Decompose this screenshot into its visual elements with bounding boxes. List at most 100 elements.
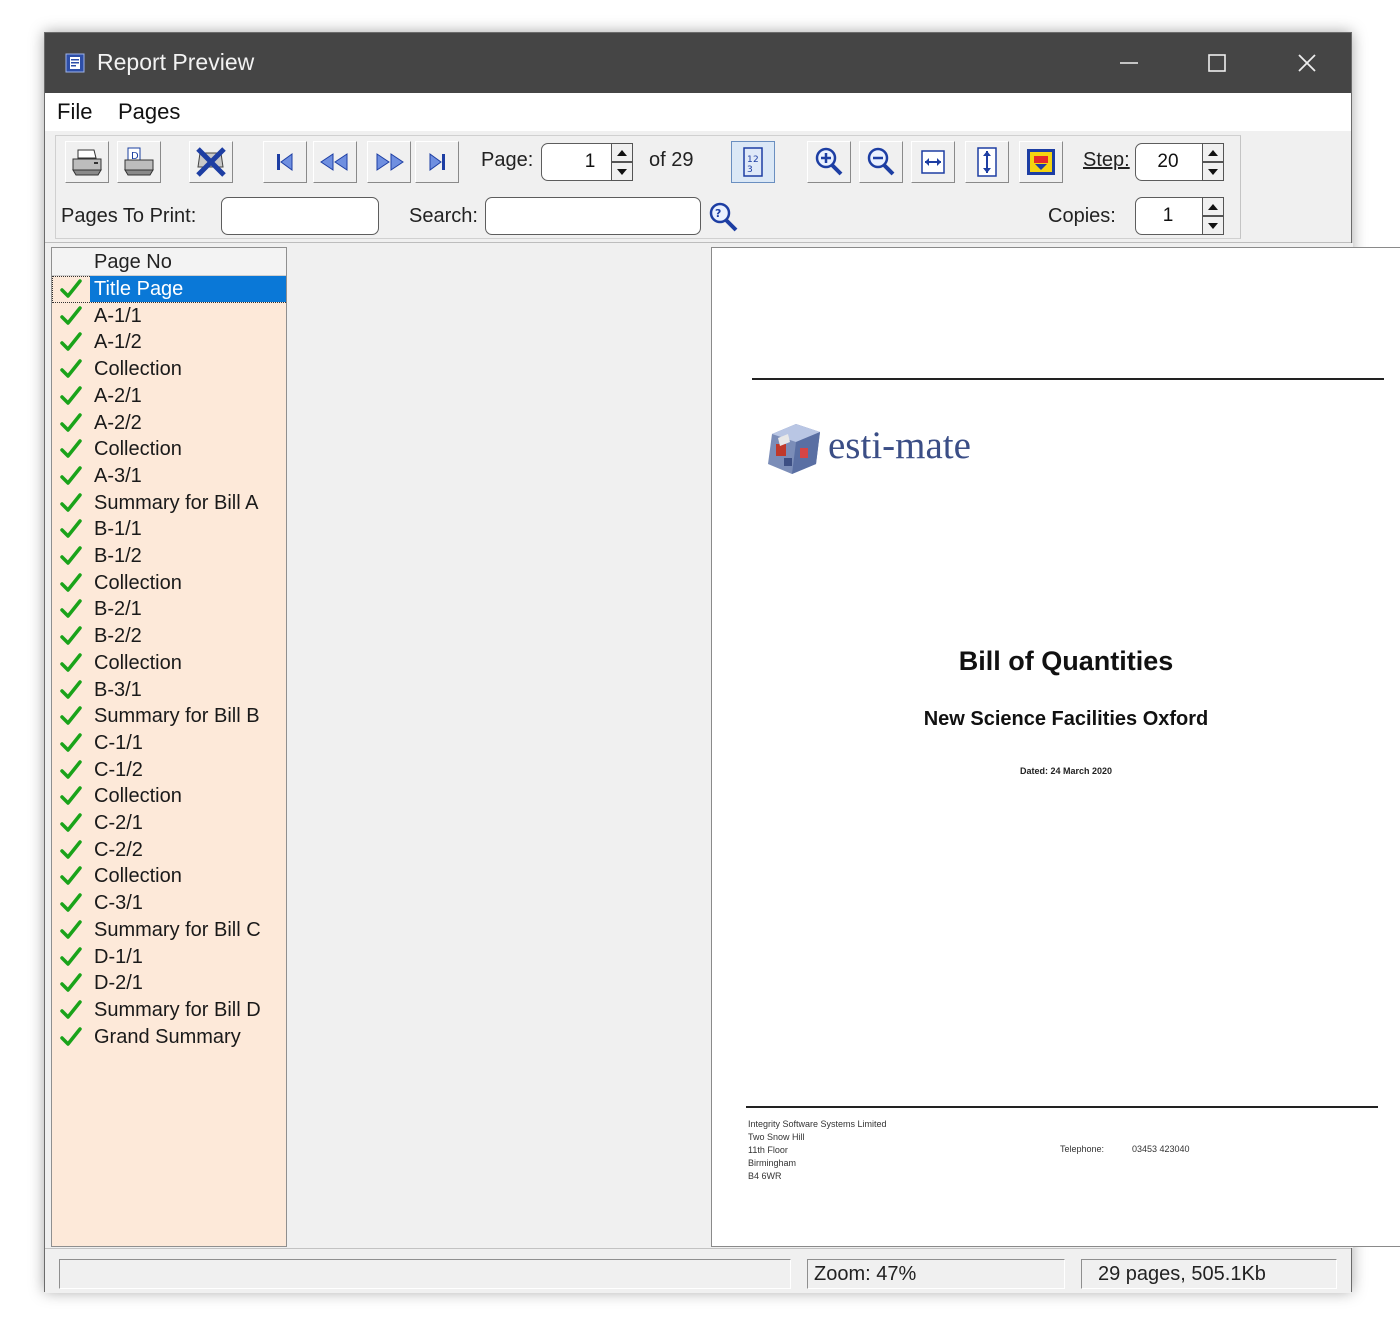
- page-list-item[interactable]: B-1/2: [52, 543, 286, 570]
- page-list-item[interactable]: C-2/2: [52, 837, 286, 864]
- checkmark-icon[interactable]: [60, 812, 82, 834]
- checkmark-icon[interactable]: [60, 679, 82, 701]
- page-list[interactable]: Page No Title Page A-1/1 A-1/2 Collection A-…: [51, 247, 287, 1247]
- checkmark-icon[interactable]: [60, 278, 82, 300]
- checkmark-icon[interactable]: [60, 892, 82, 914]
- page-list-item[interactable]: C-3/1: [52, 890, 286, 917]
- page-view-icon: 1 2 3: [743, 147, 763, 177]
- copies-spinner[interactable]: [1202, 197, 1224, 235]
- checkmark-icon[interactable]: [60, 385, 82, 407]
- checkmark-icon[interactable]: [60, 839, 82, 861]
- page-list-item[interactable]: Summary for Bill D: [52, 997, 286, 1024]
- copies-spin-up[interactable]: [1202, 197, 1224, 216]
- page-number-input[interactable]: 1: [541, 143, 619, 181]
- checkmark-icon[interactable]: [60, 919, 82, 941]
- zoom-in-button[interactable]: [807, 141, 851, 183]
- page-list-item[interactable]: B-2/2: [52, 623, 286, 650]
- step-spin-up[interactable]: [1202, 143, 1224, 162]
- page-list-item[interactable]: A-2/1: [52, 383, 286, 410]
- checkmark-icon[interactable]: [60, 865, 82, 887]
- title-bar[interactable]: Report Preview: [45, 33, 1351, 93]
- close-button[interactable]: [1263, 33, 1351, 93]
- page-spin-down[interactable]: [611, 162, 633, 181]
- fit-height-button[interactable]: [965, 141, 1009, 183]
- zoom-out-button[interactable]: [859, 141, 903, 183]
- copies-spin-down[interactable]: [1202, 216, 1224, 235]
- page-list-item[interactable]: A-2/2: [52, 410, 286, 437]
- last-page-button[interactable]: [415, 141, 459, 183]
- checkmark-icon[interactable]: [60, 785, 82, 807]
- checkmark-icon[interactable]: [60, 465, 82, 487]
- page-list-header[interactable]: Page No: [52, 248, 286, 276]
- page-list-item[interactable]: Title Page: [52, 276, 286, 303]
- caret-up-icon: [617, 149, 627, 156]
- checkmark-icon[interactable]: [60, 625, 82, 647]
- page-list-item[interactable]: Summary for Bill A: [52, 490, 286, 517]
- fit-width-button[interactable]: [911, 141, 955, 183]
- page-list-item[interactable]: Collection: [52, 436, 286, 463]
- options-button[interactable]: [1019, 141, 1063, 183]
- page-list-item[interactable]: B-3/1: [52, 677, 286, 704]
- close-preview-button[interactable]: [189, 141, 233, 183]
- page-list-item-label: Collection: [94, 438, 182, 461]
- step-spinner[interactable]: [1202, 143, 1224, 181]
- checkmark-icon[interactable]: [60, 358, 82, 380]
- checkmark-icon[interactable]: [60, 972, 82, 994]
- checkmark-icon[interactable]: [60, 331, 82, 353]
- page-spin-up[interactable]: [611, 143, 633, 162]
- checkmark-icon[interactable]: [60, 545, 82, 567]
- preview-area[interactable]: esti-mate Bill of Quantities New Science…: [291, 243, 1400, 1248]
- first-page-button[interactable]: [263, 141, 307, 183]
- search-input[interactable]: [485, 197, 701, 235]
- checkmark-icon[interactable]: [60, 946, 82, 968]
- checkmark-icon[interactable]: [60, 412, 82, 434]
- print-setup-button[interactable]: D: [117, 141, 161, 183]
- page-list-item[interactable]: Collection: [52, 863, 286, 890]
- page-list-item-label: B-1/1: [94, 518, 142, 541]
- page-list-item[interactable]: Grand Summary: [52, 1024, 286, 1051]
- search-button[interactable]: ?: [705, 199, 741, 235]
- checkmark-icon[interactable]: [60, 999, 82, 1021]
- page-list-item[interactable]: A-1/1: [52, 303, 286, 330]
- two-page-view-button[interactable]: 1 2 3: [731, 141, 775, 183]
- checkmark-icon[interactable]: [60, 732, 82, 754]
- menu-pages[interactable]: Pages: [118, 99, 180, 125]
- page-list-item[interactable]: D-2/1: [52, 970, 286, 997]
- page-spinner[interactable]: [611, 143, 633, 181]
- page-list-item[interactable]: D-1/1: [52, 944, 286, 971]
- checkmark-icon[interactable]: [60, 518, 82, 540]
- page-list-item[interactable]: Summary for Bill B: [52, 703, 286, 730]
- page-list-item[interactable]: Collection: [52, 570, 286, 597]
- checkmark-icon[interactable]: [60, 759, 82, 781]
- footer-telephone-label: Telephone:: [1060, 1144, 1105, 1154]
- menu-file[interactable]: File: [57, 99, 92, 125]
- previous-pages-button[interactable]: [313, 141, 357, 183]
- maximize-button[interactable]: [1173, 33, 1261, 93]
- page-list-item[interactable]: B-1/1: [52, 516, 286, 543]
- page-list-item[interactable]: Collection: [52, 356, 286, 383]
- page-list-item[interactable]: C-1/2: [52, 757, 286, 784]
- page-list-item[interactable]: B-2/1: [52, 596, 286, 623]
- page-list-item[interactable]: A-1/2: [52, 329, 286, 356]
- minimize-button[interactable]: [1085, 33, 1173, 93]
- checkmark-icon[interactable]: [60, 492, 82, 514]
- checkmark-icon[interactable]: [60, 438, 82, 460]
- page-list-item-label: C-2/2: [94, 838, 143, 861]
- checkmark-icon[interactable]: [60, 598, 82, 620]
- checkmark-icon[interactable]: [60, 705, 82, 727]
- checkmark-icon[interactable]: [60, 305, 82, 327]
- print-button[interactable]: [65, 141, 109, 183]
- page-list-item[interactable]: Collection: [52, 650, 286, 677]
- checkmark-icon[interactable]: [60, 1026, 82, 1048]
- page-list-item[interactable]: Collection: [52, 783, 286, 810]
- page-list-item[interactable]: A-3/1: [52, 463, 286, 490]
- step-spin-down[interactable]: [1202, 162, 1224, 181]
- checkmark-icon[interactable]: [60, 652, 82, 674]
- pages-to-print-input[interactable]: [221, 197, 379, 235]
- caret-down-icon: [1208, 168, 1218, 175]
- next-pages-button[interactable]: [367, 141, 411, 183]
- checkmark-icon[interactable]: [60, 572, 82, 594]
- page-list-item[interactable]: C-1/1: [52, 730, 286, 757]
- page-list-item[interactable]: Summary for Bill C: [52, 917, 286, 944]
- page-list-item[interactable]: C-2/1: [52, 810, 286, 837]
